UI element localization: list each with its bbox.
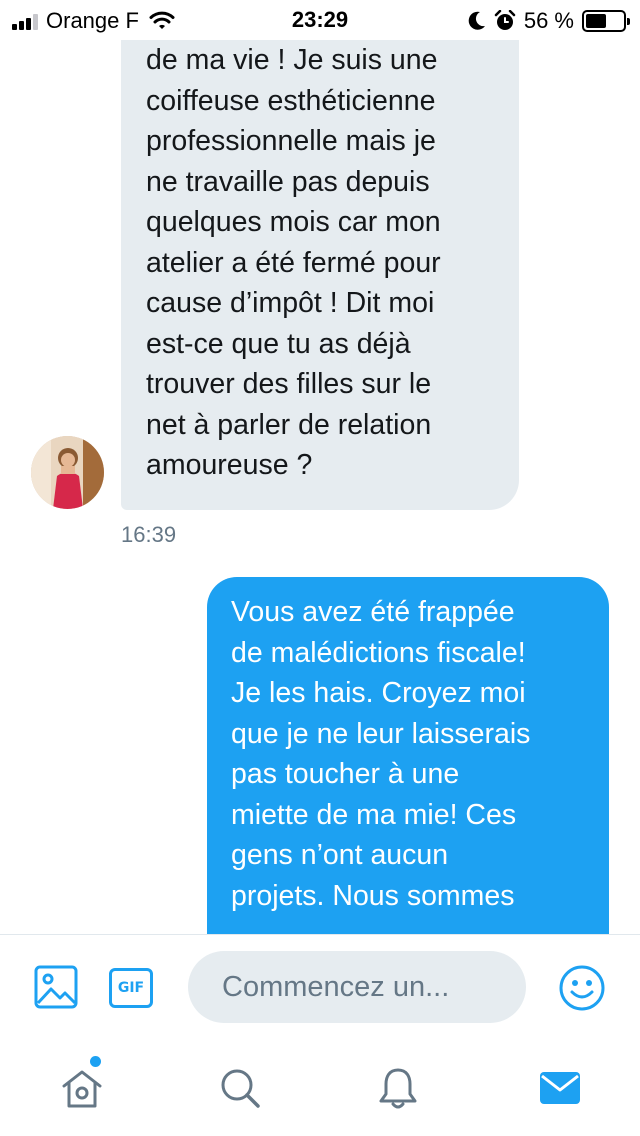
message-line: Je les hais. Croyez moi — [231, 677, 526, 709]
sender-avatar[interactable] — [31, 436, 104, 509]
message-composer: GIF — [0, 934, 640, 1038]
status-bar: Orange F 23:29 56 % — [0, 0, 640, 40]
battery-percent: 56 % — [523, 8, 574, 33]
home-notification-dot — [90, 1056, 101, 1067]
battery-icon — [582, 10, 630, 32]
tab-notifications[interactable] — [372, 1062, 424, 1114]
moon-icon — [468, 11, 485, 30]
message-line: cause d’impôt ! Dit moi — [146, 287, 435, 319]
battery-fill — [586, 14, 607, 28]
home-icon — [62, 1070, 102, 1108]
add-gif-button[interactable]: GIF — [108, 965, 154, 1011]
smiley-icon — [559, 965, 605, 1011]
envelope-icon — [540, 1072, 580, 1104]
outgoing-message-text: Vous avez été frappée de malédictions fi… — [231, 592, 599, 916]
bell-icon — [379, 1068, 417, 1109]
image-icon — [34, 965, 78, 1009]
message-line: net à parler de relation — [146, 408, 432, 441]
message-line: amoureuse ? — [146, 449, 313, 481]
message-line: miette de ma mie! Ces — [231, 798, 517, 831]
message-line: gens n’ont aucun — [231, 839, 449, 871]
message-line: ne travaille pas depuis — [146, 165, 430, 198]
message-line: Vous avez été frappée — [231, 596, 515, 628]
message-line: projets. Nous sommes — [231, 879, 515, 912]
outgoing-message-bubble[interactable]: Vous avez été frappée de malédictions fi… — [207, 577, 609, 934]
message-input[interactable] — [188, 951, 526, 1023]
tab-search[interactable] — [214, 1062, 266, 1114]
alarm-icon — [494, 10, 516, 30]
status-right: 56 % — [468, 8, 630, 34]
tab-home[interactable] — [56, 1062, 108, 1114]
add-image-button[interactable] — [34, 965, 78, 1009]
avatar-image — [31, 436, 104, 509]
bottom-tab-bar — [0, 1038, 640, 1136]
message-line: que je ne leur laisserais — [231, 717, 531, 750]
gif-icon: GIF — [109, 968, 153, 1008]
message-line: coiffeuse esthéticienne — [146, 84, 436, 117]
message-line: est-ce que tu as déjà — [146, 327, 411, 360]
message-line: trouver des filles sur le — [146, 368, 432, 400]
incoming-message-text: de ma vie ! Je suis une coiffeuse esthét… — [146, 40, 509, 486]
search-icon — [221, 1069, 260, 1108]
emoji-button[interactable] — [557, 963, 607, 1013]
message-line: atelier a été fermé pour — [146, 246, 441, 279]
conversation-thread[interactable]: de ma vie ! Je suis une coiffeuse esthét… — [0, 0, 640, 934]
message-line: pas toucher à une — [231, 758, 460, 790]
tab-messages[interactable] — [534, 1062, 586, 1114]
incoming-message-bubble[interactable]: de ma vie ! Je suis une coiffeuse esthét… — [121, 0, 519, 510]
message-line: de ma vie ! Je suis une — [146, 44, 438, 76]
message-line: professionnelle mais je — [146, 125, 436, 157]
message-line: de malédictions fiscale! — [231, 636, 526, 669]
message-timestamp: 16:39 — [121, 522, 177, 547]
message-line: quelques mois car mon — [146, 206, 441, 238]
